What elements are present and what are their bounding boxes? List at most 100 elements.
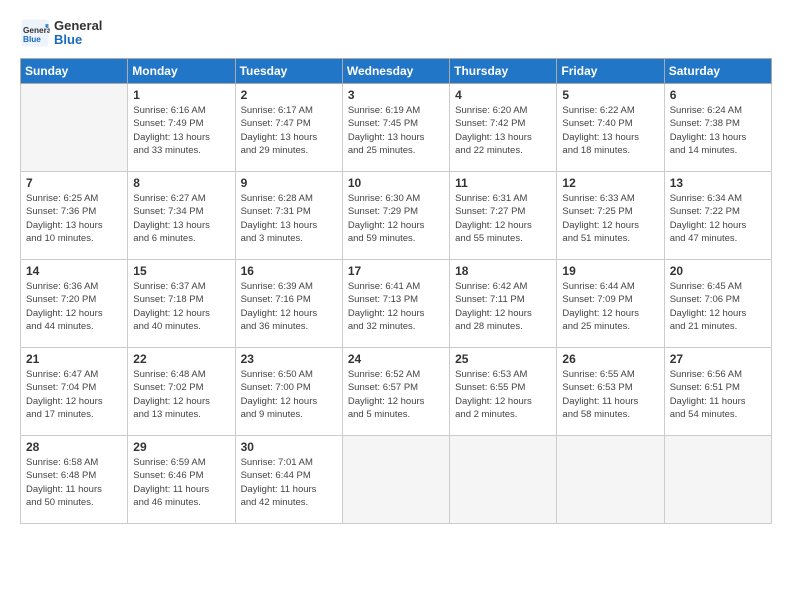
day-info: Sunrise: 6:31 AMSunset: 7:27 PMDaylight:… bbox=[455, 192, 551, 245]
calendar-cell: 4 Sunrise: 6:20 AMSunset: 7:42 PMDaylight… bbox=[450, 84, 557, 172]
calendar-cell: 18 Sunrise: 6:42 AMSunset: 7:11 PMDayligh… bbox=[450, 260, 557, 348]
day-number: 24 bbox=[348, 352, 444, 366]
day-info: Sunrise: 6:52 AMSunset: 6:57 PMDaylight:… bbox=[348, 368, 444, 421]
day-number: 19 bbox=[562, 264, 658, 278]
weekday-header-saturday: Saturday bbox=[664, 59, 771, 84]
week-row-1: 1 Sunrise: 6:16 AMSunset: 7:49 PMDaylight… bbox=[21, 84, 772, 172]
day-number: 17 bbox=[348, 264, 444, 278]
calendar-cell: 5 Sunrise: 6:22 AMSunset: 7:40 PMDaylight… bbox=[557, 84, 664, 172]
weekday-header-thursday: Thursday bbox=[450, 59, 557, 84]
day-info: Sunrise: 6:30 AMSunset: 7:29 PMDaylight:… bbox=[348, 192, 444, 245]
logo: General Blue General Blue bbox=[20, 18, 102, 48]
day-number: 11 bbox=[455, 176, 551, 190]
day-number: 5 bbox=[562, 88, 658, 102]
day-number: 1 bbox=[133, 88, 229, 102]
calendar-cell: 13Sunrise: 6:34 AMSunset: 7:22 PMDayligh… bbox=[664, 172, 771, 260]
day-number: 15 bbox=[133, 264, 229, 278]
calendar-cell: 27 Sunrise: 6:56 AMSunset: 6:51 PMDayligh… bbox=[664, 348, 771, 436]
day-number: 10 bbox=[348, 176, 444, 190]
day-info: Sunrise: 6:55 AMSunset: 6:53 PMDaylight:… bbox=[562, 368, 658, 421]
day-number: 30 bbox=[241, 440, 337, 454]
day-info: Sunrise: 6:20 AMSunset: 7:42 PMDaylight:… bbox=[455, 104, 551, 157]
day-info: Sunrise: 6:34 AMSunset: 7:22 PMDaylight:… bbox=[670, 192, 766, 245]
calendar-cell: 21 Sunrise: 6:47 AMSunset: 7:04 PMDayligh… bbox=[21, 348, 128, 436]
calendar-cell: 7 Sunrise: 6:25 AMSunset: 7:36 PMDaylight… bbox=[21, 172, 128, 260]
day-number: 8 bbox=[133, 176, 229, 190]
calendar-cell bbox=[664, 436, 771, 524]
day-info: Sunrise: 6:56 AMSunset: 6:51 PMDaylight:… bbox=[670, 368, 766, 421]
day-info: Sunrise: 6:22 AMSunset: 7:40 PMDaylight:… bbox=[562, 104, 658, 157]
calendar-cell: 2 Sunrise: 6:17 AMSunset: 7:47 PMDaylight… bbox=[235, 84, 342, 172]
calendar-cell bbox=[557, 436, 664, 524]
calendar-cell bbox=[450, 436, 557, 524]
calendar-cell: 24 Sunrise: 6:52 AMSunset: 6:57 PMDayligh… bbox=[342, 348, 449, 436]
week-row-3: 14 Sunrise: 6:36 AMSunset: 7:20 PMDayligh… bbox=[21, 260, 772, 348]
day-info: Sunrise: 6:28 AMSunset: 7:31 PMDaylight:… bbox=[241, 192, 337, 245]
calendar-cell: 25 Sunrise: 6:53 AMSunset: 6:55 PMDayligh… bbox=[450, 348, 557, 436]
weekday-header-sunday: Sunday bbox=[21, 59, 128, 84]
day-info: Sunrise: 6:53 AMSunset: 6:55 PMDaylight:… bbox=[455, 368, 551, 421]
day-number: 14 bbox=[26, 264, 122, 278]
day-info: Sunrise: 6:50 AMSunset: 7:00 PMDaylight:… bbox=[241, 368, 337, 421]
calendar: SundayMondayTuesdayWednesdayThursdayFrid… bbox=[20, 58, 772, 524]
day-number: 2 bbox=[241, 88, 337, 102]
week-row-4: 21 Sunrise: 6:47 AMSunset: 7:04 PMDayligh… bbox=[21, 348, 772, 436]
day-info: Sunrise: 6:33 AMSunset: 7:25 PMDaylight:… bbox=[562, 192, 658, 245]
day-number: 27 bbox=[670, 352, 766, 366]
day-number: 25 bbox=[455, 352, 551, 366]
calendar-cell: 15 Sunrise: 6:37 AMSunset: 7:18 PMDayligh… bbox=[128, 260, 235, 348]
day-info: Sunrise: 6:48 AMSunset: 7:02 PMDaylight:… bbox=[133, 368, 229, 421]
day-info: Sunrise: 6:17 AMSunset: 7:47 PMDaylight:… bbox=[241, 104, 337, 157]
day-number: 3 bbox=[348, 88, 444, 102]
day-number: 28 bbox=[26, 440, 122, 454]
calendar-cell: 3 Sunrise: 6:19 AMSunset: 7:45 PMDaylight… bbox=[342, 84, 449, 172]
day-number: 21 bbox=[26, 352, 122, 366]
calendar-cell: 12 Sunrise: 6:33 AMSunset: 7:25 PMDayligh… bbox=[557, 172, 664, 260]
calendar-cell: 17 Sunrise: 6:41 AMSunset: 7:13 PMDayligh… bbox=[342, 260, 449, 348]
day-number: 18 bbox=[455, 264, 551, 278]
calendar-cell: 14 Sunrise: 6:36 AMSunset: 7:20 PMDayligh… bbox=[21, 260, 128, 348]
day-info: Sunrise: 6:36 AMSunset: 7:20 PMDaylight:… bbox=[26, 280, 122, 333]
day-number: 6 bbox=[670, 88, 766, 102]
calendar-cell: 26Sunrise: 6:55 AMSunset: 6:53 PMDayligh… bbox=[557, 348, 664, 436]
day-info: Sunrise: 6:47 AMSunset: 7:04 PMDaylight:… bbox=[26, 368, 122, 421]
weekday-header-tuesday: Tuesday bbox=[235, 59, 342, 84]
calendar-cell: 23 Sunrise: 6:50 AMSunset: 7:00 PMDayligh… bbox=[235, 348, 342, 436]
weekday-header-friday: Friday bbox=[557, 59, 664, 84]
calendar-cell: 29Sunrise: 6:59 AMSunset: 6:46 PMDayligh… bbox=[128, 436, 235, 524]
calendar-cell: 20Sunrise: 6:45 AMSunset: 7:06 PMDayligh… bbox=[664, 260, 771, 348]
day-number: 20 bbox=[670, 264, 766, 278]
day-number: 22 bbox=[133, 352, 229, 366]
day-info: Sunrise: 6:37 AMSunset: 7:18 PMDaylight:… bbox=[133, 280, 229, 333]
calendar-cell: 30 Sunrise: 7:01 AMSunset: 6:44 PMDayligh… bbox=[235, 436, 342, 524]
day-info: Sunrise: 6:24 AMSunset: 7:38 PMDaylight:… bbox=[670, 104, 766, 157]
calendar-cell: 10 Sunrise: 6:30 AMSunset: 7:29 PMDayligh… bbox=[342, 172, 449, 260]
day-info: Sunrise: 6:39 AMSunset: 7:16 PMDaylight:… bbox=[241, 280, 337, 333]
day-number: 16 bbox=[241, 264, 337, 278]
day-info: Sunrise: 6:44 AMSunset: 7:09 PMDaylight:… bbox=[562, 280, 658, 333]
week-row-5: 28Sunrise: 6:58 AMSunset: 6:48 PMDayligh… bbox=[21, 436, 772, 524]
day-number: 7 bbox=[26, 176, 122, 190]
day-number: 4 bbox=[455, 88, 551, 102]
calendar-cell: 6 Sunrise: 6:24 AMSunset: 7:38 PMDaylight… bbox=[664, 84, 771, 172]
day-info: Sunrise: 6:41 AMSunset: 7:13 PMDaylight:… bbox=[348, 280, 444, 333]
logo-icon: General Blue bbox=[20, 18, 50, 48]
day-number: 23 bbox=[241, 352, 337, 366]
weekday-header-wednesday: Wednesday bbox=[342, 59, 449, 84]
day-number: 12 bbox=[562, 176, 658, 190]
logo-blue-text: Blue bbox=[54, 33, 102, 47]
day-number: 29 bbox=[133, 440, 229, 454]
day-info: Sunrise: 6:19 AMSunset: 7:45 PMDaylight:… bbox=[348, 104, 444, 157]
day-info: Sunrise: 6:42 AMSunset: 7:11 PMDaylight:… bbox=[455, 280, 551, 333]
header: General Blue General Blue bbox=[20, 18, 772, 48]
day-info: Sunrise: 7:01 AMSunset: 6:44 PMDaylight:… bbox=[241, 456, 337, 509]
weekday-header-monday: Monday bbox=[128, 59, 235, 84]
calendar-cell: 22 Sunrise: 6:48 AMSunset: 7:02 PMDayligh… bbox=[128, 348, 235, 436]
day-info: Sunrise: 6:25 AMSunset: 7:36 PMDaylight:… bbox=[26, 192, 122, 245]
calendar-cell: 28Sunrise: 6:58 AMSunset: 6:48 PMDayligh… bbox=[21, 436, 128, 524]
calendar-cell: 1 Sunrise: 6:16 AMSunset: 7:49 PMDaylight… bbox=[128, 84, 235, 172]
day-info: Sunrise: 6:16 AMSunset: 7:49 PMDaylight:… bbox=[133, 104, 229, 157]
calendar-cell: 11 Sunrise: 6:31 AMSunset: 7:27 PMDayligh… bbox=[450, 172, 557, 260]
calendar-cell: 16 Sunrise: 6:39 AMSunset: 7:16 PMDayligh… bbox=[235, 260, 342, 348]
weekday-header-row: SundayMondayTuesdayWednesdayThursdayFrid… bbox=[21, 59, 772, 84]
